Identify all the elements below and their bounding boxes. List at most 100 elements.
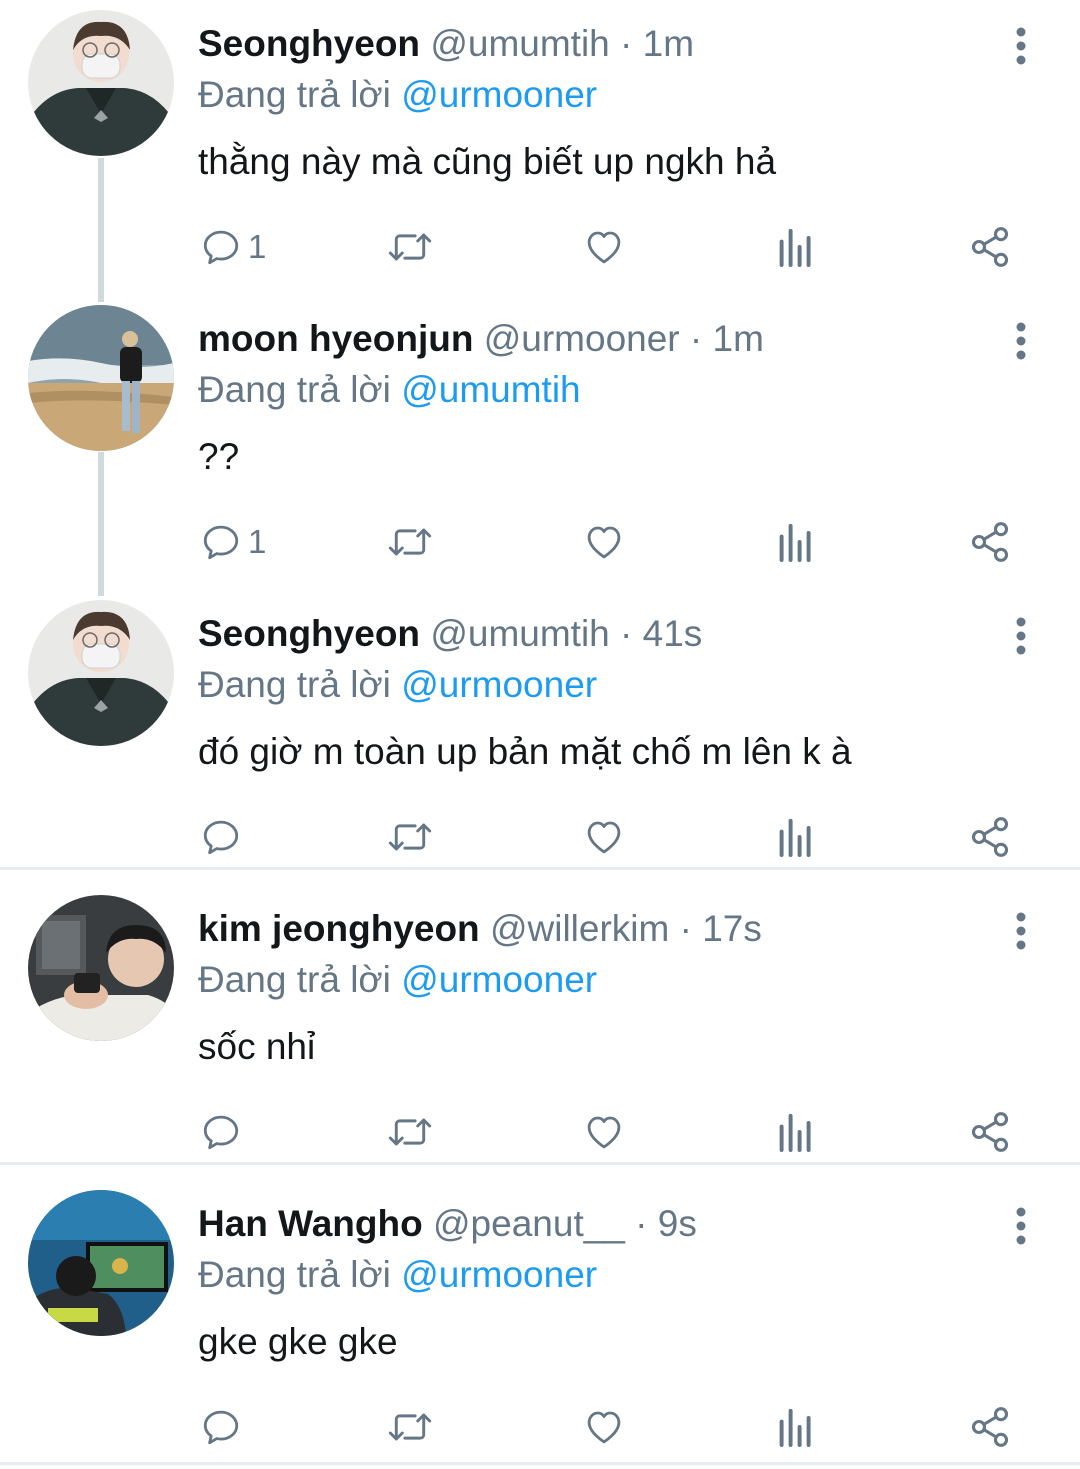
user-handle[interactable]: @willerkim — [490, 908, 669, 949]
beach-person-avatar — [28, 305, 174, 451]
replying-to-line: Đang trả lời @umumtih — [198, 368, 581, 412]
user-handle[interactable]: @peanut__ — [433, 1203, 625, 1244]
action-bar: 1 — [198, 497, 1028, 587]
reply-button[interactable]: 1 — [200, 497, 266, 587]
share-icon — [971, 1112, 1009, 1152]
analytics-icon — [779, 228, 811, 267]
retweet-icon — [388, 1118, 432, 1146]
tweet-text: ?? — [198, 436, 240, 477]
like-button[interactable] — [582, 1382, 626, 1469]
replying-to-mention[interactable]: @urmooner — [401, 74, 597, 115]
display-name[interactable]: Seonghyeon — [198, 613, 420, 654]
more-button[interactable] — [1004, 319, 1038, 363]
timestamp[interactable]: 41s — [643, 613, 703, 654]
share-icon — [971, 227, 1009, 267]
share-button[interactable] — [968, 1382, 1012, 1469]
replying-to-mention[interactable]: @umumtih — [401, 369, 580, 410]
avatar[interactable] — [28, 10, 174, 156]
replying-to-label: Đang trả lời — [198, 664, 391, 705]
replying-to-mention[interactable]: @urmooner — [401, 959, 597, 1000]
retweet-button[interactable] — [386, 1382, 434, 1469]
separator-dot: · — [620, 23, 633, 64]
user-handle[interactable]: @umumtih — [430, 613, 609, 654]
tweet-header: Seonghyeon @umumtih · 1m — [198, 22, 694, 66]
heart-icon — [587, 526, 621, 559]
user-handle[interactable]: @urmooner — [484, 318, 680, 359]
separator-dot: · — [679, 908, 692, 949]
tweet[interactable]: kim jeonghyeon @willerkim · 17s Đang trả… — [0, 895, 1080, 1160]
tweet-header: kim jeonghyeon @willerkim · 17s — [198, 907, 762, 951]
heart-icon — [587, 1116, 621, 1149]
replying-to-mention[interactable]: @urmooner — [401, 664, 597, 705]
more-vertical-icon — [1016, 1207, 1026, 1245]
reply-count: 1 — [248, 228, 267, 265]
tweet-text: thằng này mà cũng biết up ngkh hả — [198, 141, 777, 182]
heart-icon — [587, 231, 621, 264]
reply-icon — [203, 230, 239, 265]
analytics-icon — [779, 1113, 811, 1152]
display-name[interactable]: Seonghyeon — [198, 23, 420, 64]
retweet-icon — [388, 1413, 432, 1441]
views-button[interactable] — [778, 1382, 814, 1469]
replying-to-label: Đang trả lời — [198, 1254, 391, 1295]
replying-to-mention[interactable]: @urmooner — [401, 1254, 597, 1295]
more-button[interactable] — [1004, 614, 1038, 658]
tweet[interactable]: Seonghyeon @umumtih · 1m Đang trả lời @u… — [0, 10, 1080, 290]
display-name[interactable]: Han Wangho — [198, 1203, 423, 1244]
reply-icon — [203, 1410, 239, 1445]
replying-to-label: Đang trả lời — [198, 74, 391, 115]
like-button[interactable] — [582, 202, 626, 292]
more-vertical-icon — [1016, 27, 1026, 65]
retweet-icon — [388, 528, 432, 556]
more-button[interactable] — [1004, 24, 1038, 68]
reply-icon — [203, 820, 239, 855]
reply-button[interactable]: 1 — [200, 202, 266, 292]
retweet-icon — [388, 233, 432, 261]
tweet[interactable]: Seonghyeon @umumtih · 41s Đang trả lời @… — [0, 600, 1080, 865]
timestamp[interactable]: 1m — [643, 23, 694, 64]
more-vertical-icon — [1016, 322, 1026, 360]
timestamp[interactable]: 17s — [702, 908, 762, 949]
action-bar — [198, 1382, 1028, 1469]
display-name[interactable]: moon hyeonjun — [198, 318, 473, 359]
timestamp[interactable]: 9s — [658, 1203, 697, 1244]
more-vertical-icon — [1016, 912, 1026, 950]
replying-to-label: Đang trả lời — [198, 959, 391, 1000]
timestamp[interactable]: 1m — [713, 318, 764, 359]
avatar[interactable] — [28, 1190, 174, 1336]
avatar[interactable] — [28, 600, 174, 746]
views-button[interactable] — [778, 202, 814, 292]
display-name[interactable]: kim jeonghyeon — [198, 908, 480, 949]
share-button[interactable] — [968, 497, 1012, 587]
tweet-header: Seonghyeon @umumtih · 41s — [198, 612, 702, 656]
analytics-icon — [779, 818, 811, 857]
reply-button[interactable] — [200, 1382, 248, 1469]
retweet-icon — [388, 823, 432, 851]
masked-person-avatar — [28, 600, 174, 746]
more-button[interactable] — [1004, 909, 1038, 953]
more-button[interactable] — [1004, 1204, 1038, 1248]
share-button[interactable] — [968, 202, 1012, 292]
avatar[interactable] — [28, 305, 174, 451]
heart-icon — [587, 1411, 621, 1444]
action-bar: 1 — [198, 202, 1028, 292]
share-icon — [971, 817, 1009, 857]
share-icon — [971, 1407, 1009, 1447]
tweet-divider — [0, 867, 1080, 870]
heart-icon — [587, 821, 621, 854]
tweet[interactable]: Han Wangho @peanut__ · 9s Đang trả lời @… — [0, 1190, 1080, 1460]
tweet[interactable]: moon hyeonjun @urmooner · 1m Đang trả lờ… — [0, 305, 1080, 585]
gamer-person-avatar — [28, 1190, 174, 1336]
replying-to-line: Đang trả lời @urmooner — [198, 663, 597, 707]
retweet-button[interactable] — [386, 202, 434, 292]
retweet-button[interactable] — [386, 497, 434, 587]
reply-count: 1 — [248, 523, 267, 560]
like-button[interactable] — [582, 497, 626, 587]
user-handle[interactable]: @umumtih — [430, 23, 609, 64]
tweet-divider — [0, 1462, 1080, 1465]
views-button[interactable] — [778, 497, 814, 587]
analytics-icon — [779, 1408, 811, 1447]
avatar[interactable] — [28, 895, 174, 1041]
masked-person-avatar — [28, 10, 174, 156]
tweet-header: moon hyeonjun @urmooner · 1m — [198, 317, 764, 361]
